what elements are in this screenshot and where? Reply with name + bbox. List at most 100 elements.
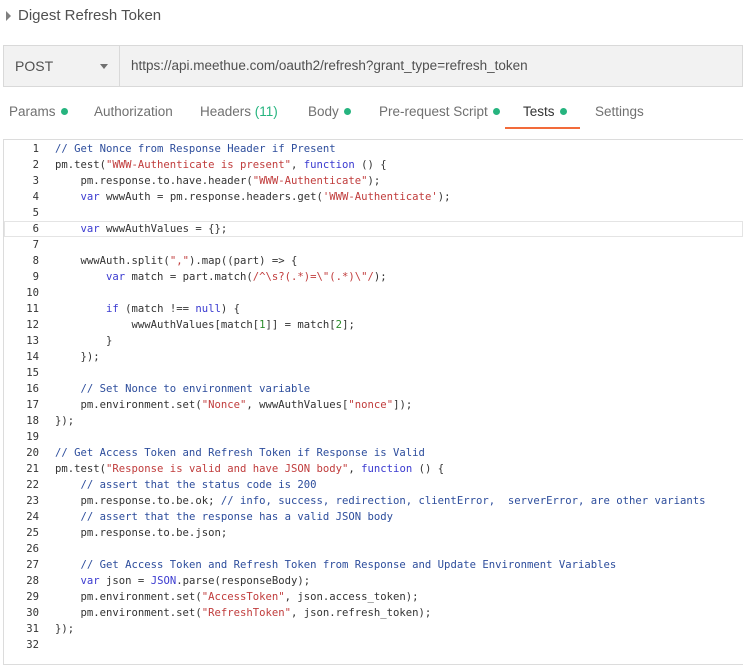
- code-line[interactable]: 25 pm.response.to.be.json;: [4, 525, 743, 541]
- line-number: 29: [26, 591, 39, 603]
- tab-label: Params: [9, 104, 56, 119]
- url-input[interactable]: https://api.meethue.com/oauth2/refresh?g…: [131, 58, 528, 73]
- code-text: pm.response.to.have.header("WWW-Authenti…: [55, 175, 381, 187]
- code-text: });: [55, 623, 75, 635]
- code-line[interactable]: 30 pm.environment.set("RefreshToken", js…: [4, 605, 743, 621]
- code-line[interactable]: 8 wwwAuth.split(",").map((part) => {: [4, 253, 743, 269]
- tab-headers[interactable]: Headers (11): [200, 104, 278, 119]
- code-line[interactable]: 11 if (match !== null) {: [4, 301, 743, 317]
- line-number: 1: [32, 143, 39, 155]
- request-title-bar: Digest Refresh Token: [0, 0, 743, 33]
- line-number: 24: [26, 511, 39, 523]
- line-number: 5: [32, 207, 39, 219]
- code-line[interactable]: 32: [4, 637, 743, 653]
- code-text: wwwAuth.split(",").map((part) => {: [55, 255, 298, 267]
- line-number: 11: [26, 303, 39, 315]
- chevron-down-icon: [100, 64, 108, 69]
- code-line[interactable]: 2 pm.test("WWW-Authenticate is present", …: [4, 157, 743, 173]
- code-text: var match = part.match(/^\s?(.*)=\"(.*)\…: [106, 271, 387, 283]
- code-line[interactable]: 13 }: [4, 333, 743, 349]
- code-line[interactable]: 29 pm.environment.set("AccessToken", jso…: [4, 589, 743, 605]
- code-text: });: [55, 351, 100, 363]
- code-line[interactable]: 10: [4, 285, 743, 301]
- request-bar: POST https://api.meethue.com/oauth2/refr…: [3, 45, 743, 87]
- code-line[interactable]: 18});: [4, 413, 743, 429]
- code-text: pm.response.to.be.ok; // info, success, …: [55, 495, 706, 507]
- code-line[interactable]: 22 // assert that the status code is 200: [4, 477, 743, 493]
- tab-settings[interactable]: Settings: [595, 104, 644, 119]
- caret-right-icon[interactable]: [6, 11, 11, 21]
- status-dot-icon: [492, 108, 500, 115]
- code-text: pm.environment.set("RefreshToken", json.…: [55, 607, 432, 619]
- tab-params[interactable]: Params: [9, 104, 68, 119]
- code-line[interactable]: 21 pm.test("Response is valid and have JS…: [4, 461, 743, 477]
- code-line[interactable]: 24 // assert that the response has a val…: [4, 509, 743, 525]
- code-line[interactable]: 14 });: [4, 349, 743, 365]
- code-line[interactable]: 27 // Get Access Token and Refresh Token…: [4, 557, 743, 573]
- code-text: pm.environment.set("AccessToken", json.a…: [55, 591, 419, 603]
- line-number: 8: [32, 255, 39, 267]
- tab-label: Headers: [200, 104, 252, 119]
- code-line[interactable]: 28 var json = JSON.parse(responseBody);: [4, 573, 743, 589]
- line-number: 18: [26, 415, 39, 427]
- line-number: 4: [32, 191, 39, 203]
- tab-label: Authorization: [94, 104, 173, 119]
- tab-tests[interactable]: Tests: [523, 104, 567, 119]
- tab-label: Settings: [595, 104, 644, 119]
- code-line[interactable]: 26: [4, 541, 743, 557]
- line-number: 31: [26, 623, 39, 635]
- request-tabs: Params Authorization Headers (11) Body P…: [0, 100, 743, 130]
- method-select[interactable]: POST: [4, 46, 120, 86]
- code-line[interactable]: 5: [4, 205, 743, 221]
- code-text: pm.response.to.be.json;: [55, 527, 228, 539]
- line-number: 2: [32, 159, 39, 171]
- code-line[interactable]: 1 // Get Nonce from Response Header if Pr…: [4, 141, 743, 157]
- line-number: 30: [26, 607, 39, 619]
- tab-label: Pre-request Script: [379, 104, 488, 119]
- code-text: var wwwAuthValues = {};: [80, 223, 228, 235]
- code-text: var json = JSON.parse(responseBody);: [80, 575, 311, 587]
- code-line[interactable]: 19: [4, 429, 743, 445]
- request-name[interactable]: Digest Refresh Token: [18, 7, 161, 24]
- status-dot-icon: [559, 108, 567, 115]
- code-line[interactable]: 3 pm.response.to.have.header("WWW-Authen…: [4, 173, 743, 189]
- line-number: 10: [26, 287, 39, 299]
- tab-authorization[interactable]: Authorization: [94, 104, 173, 119]
- code-line[interactable]: 16 // Set Nonce to environment variable: [4, 381, 743, 397]
- line-number: 14: [26, 351, 39, 363]
- line-number: 16: [26, 383, 39, 395]
- code-line[interactable]: 4 var wwwAuth = pm.response.headers.get(…: [4, 189, 743, 205]
- code-line[interactable]: 17 pm.environment.set("Nonce", wwwAuthVa…: [4, 397, 743, 413]
- code-line[interactable]: 23 pm.response.to.be.ok; // info, succes…: [4, 493, 743, 509]
- headers-count: (11): [254, 104, 278, 119]
- code-line[interactable]: 15: [4, 365, 743, 381]
- code-line[interactable]: 6 var wwwAuthValues = {};: [4, 221, 743, 237]
- code-line[interactable]: 9 var match = part.match(/^\s?(.*)=\"(.*…: [4, 269, 743, 285]
- code-text: var wwwAuth = pm.response.headers.get('W…: [80, 191, 451, 203]
- code-line[interactable]: 7: [4, 237, 743, 253]
- code-text: });: [55, 415, 75, 427]
- code-text: }: [55, 335, 113, 347]
- line-number: 23: [26, 495, 39, 507]
- code-lines: 1 // Get Nonce from Response Header if Pr…: [4, 141, 743, 653]
- code-line[interactable]: 12 wwwAuthValues[match[1]] = match[2];: [4, 317, 743, 333]
- code-text: if (match !== null) {: [106, 303, 240, 315]
- method-label: POST: [15, 58, 54, 74]
- line-number: 28: [26, 575, 39, 587]
- code-text: // Set Nonce to environment variable: [80, 383, 311, 395]
- line-number: 27: [26, 559, 39, 571]
- tab-pre-request-script[interactable]: Pre-request Script: [379, 104, 500, 119]
- code-text: pm.test("Response is valid and have JSON…: [55, 463, 445, 475]
- code-text: wwwAuthValues[match[1]] = match[2];: [55, 319, 355, 331]
- line-number: 26: [26, 543, 39, 555]
- code-text: // assert that the response has a valid …: [80, 511, 394, 523]
- code-line[interactable]: 31});: [4, 621, 743, 637]
- line-number: 22: [26, 479, 39, 491]
- code-text: // Get Nonce from Response Header if Pre…: [55, 143, 336, 155]
- code-editor[interactable]: 1 // Get Nonce from Response Header if Pr…: [3, 139, 743, 665]
- code-line[interactable]: 20 // Get Access Token and Refresh Token …: [4, 445, 743, 461]
- line-number: 3: [32, 175, 39, 187]
- tab-body[interactable]: Body: [308, 104, 351, 119]
- line-number: 13: [26, 335, 39, 347]
- code-text: // Get Access Token and Refresh Token fr…: [80, 559, 617, 571]
